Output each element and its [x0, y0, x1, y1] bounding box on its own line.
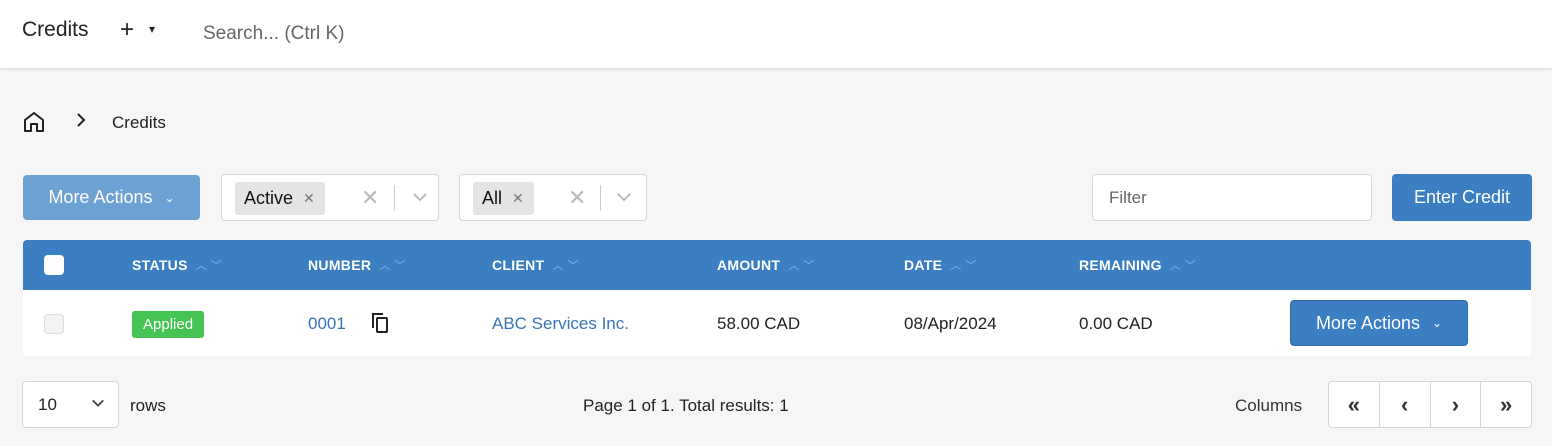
sort-icon: ︿﹀	[552, 260, 583, 272]
divider	[600, 185, 601, 211]
add-icon[interactable]: +	[120, 16, 134, 44]
chevron-down-icon: ⌄	[164, 190, 175, 205]
pagination: « ‹ › »	[1328, 381, 1532, 428]
chevron-down-icon[interactable]	[616, 189, 632, 208]
sort-icon: ︿﹀	[950, 260, 981, 272]
sort-icon: ︿﹀	[379, 260, 410, 272]
column-amount[interactable]: AMOUNT ︿﹀	[717, 257, 818, 273]
sort-icon: ︿﹀	[788, 260, 819, 272]
row-more-actions-button[interactable]: More Actions ⌄	[1290, 300, 1468, 346]
table-header: STATUS ︿﹀ NUMBER ︿﹀ CLIENT ︿﹀ AMOUNT ︿﹀ DATE…	[23, 240, 1531, 290]
chevron-down-icon: ⌄	[1431, 316, 1443, 330]
credit-number-link[interactable]: 0001	[308, 314, 346, 334]
sort-icon: ︿﹀	[1169, 260, 1200, 272]
row-checkbox[interactable]	[44, 314, 64, 334]
clear-icon[interactable]: ✕	[568, 185, 586, 211]
copy-icon[interactable]	[370, 312, 390, 339]
chip-label: Active	[244, 188, 294, 208]
chevron-down-icon[interactable]	[412, 189, 428, 208]
search-input[interactable]	[190, 14, 590, 54]
previous-page-button[interactable]: ‹	[1380, 382, 1431, 427]
status-badge: Applied	[132, 311, 205, 338]
remaining-cell: 0.00 CAD	[1079, 314, 1153, 333]
more-actions-label: More Actions	[48, 187, 153, 207]
column-number[interactable]: NUMBER ︿﹀	[308, 257, 409, 273]
type-filter-select[interactable]: All ✕ ✕	[459, 174, 647, 221]
chevron-down-icon	[91, 395, 105, 415]
remove-chip-icon[interactable]: ✕	[303, 190, 315, 207]
clear-icon[interactable]: ✕	[361, 185, 379, 211]
page-title: Credits	[22, 18, 89, 41]
select-all-checkbox[interactable]	[44, 255, 64, 275]
column-remaining[interactable]: REMAINING ︿﹀	[1079, 257, 1200, 273]
rows-per-page-select[interactable]: 10	[22, 381, 119, 428]
amount-cell: 58.00 CAD	[717, 314, 801, 333]
divider	[394, 185, 395, 211]
chip-label: All	[482, 188, 503, 208]
filter-chip: Active ✕	[235, 182, 325, 215]
first-page-button[interactable]: «	[1329, 382, 1380, 427]
filter-chip: All ✕	[473, 182, 534, 215]
more-actions-label: More Actions	[1315, 312, 1420, 333]
breadcrumb-current: Credits	[112, 113, 166, 132]
status-filter-select[interactable]: Active ✕ ✕	[221, 174, 439, 221]
credits-table: STATUS ︿﹀ NUMBER ︿﹀ CLIENT ︿﹀ AMOUNT ︿﹀ DATE…	[23, 240, 1531, 356]
columns-button[interactable]: Columns	[1235, 396, 1302, 416]
chevron-down-icon[interactable]: ▾	[149, 22, 155, 36]
remove-chip-icon[interactable]: ✕	[512, 190, 524, 207]
client-link[interactable]: ABC Services Inc.	[492, 314, 629, 334]
enter-credit-button[interactable]: Enter Credit	[1392, 174, 1532, 221]
page-info: Page 1 of 1. Total results: 1	[583, 396, 789, 415]
rows-value: 10	[38, 394, 57, 414]
more-actions-button[interactable]: More Actions ⌄	[23, 175, 200, 220]
next-page-button[interactable]: ›	[1431, 382, 1482, 427]
date-cell: 08/Apr/2024	[904, 314, 997, 333]
column-client[interactable]: CLIENT ︿﹀	[492, 257, 582, 273]
last-page-button[interactable]: »	[1481, 382, 1531, 427]
chevron-right-icon	[76, 112, 86, 133]
column-status[interactable]: STATUS ︿﹀	[132, 257, 226, 273]
home-icon[interactable]	[22, 110, 46, 139]
rows-label: rows	[130, 396, 166, 415]
filter-input[interactable]	[1092, 174, 1372, 221]
sort-icon: ︿﹀	[195, 260, 226, 272]
column-date[interactable]: DATE ︿﹀	[904, 257, 980, 273]
